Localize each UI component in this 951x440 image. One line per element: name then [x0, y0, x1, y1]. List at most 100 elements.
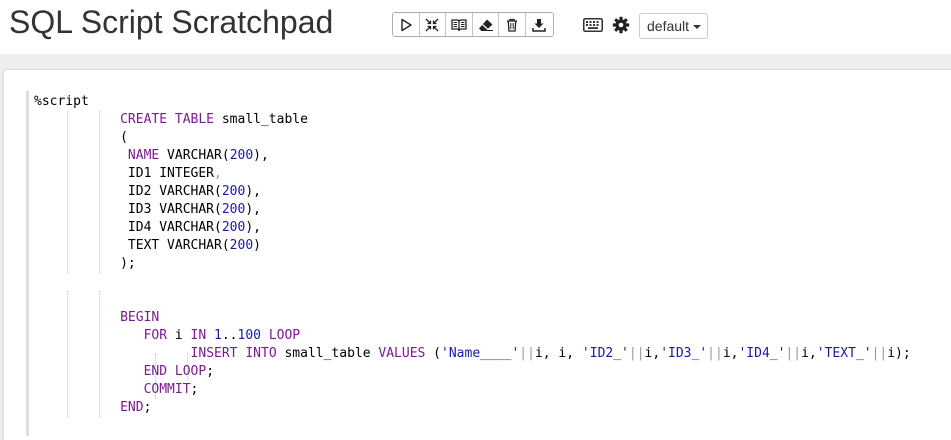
code-line: ID1 INTEGER, [34, 165, 222, 183]
code-token: ) [253, 238, 261, 253]
code-token: i [167, 328, 191, 343]
code-token: ; [143, 400, 152, 415]
code-line: ID3 VARCHAR(200), [34, 201, 261, 219]
eraser-icon [478, 19, 493, 31]
run-button[interactable] [393, 13, 420, 36]
clear-button[interactable] [472, 13, 500, 36]
code-token: i, [722, 346, 739, 361]
interpreter-selected: default [647, 18, 690, 34]
code-token: ); [34, 256, 136, 271]
code-token: IN [190, 328, 207, 343]
code-token: ; [206, 364, 215, 379]
code-token: 1 [214, 328, 222, 343]
code-token: VALUES [378, 346, 426, 361]
interpreter-dropdown[interactable]: default [639, 13, 708, 39]
book-icon [451, 18, 467, 31]
code-line: END LOOP; [34, 363, 214, 381]
page-title: SQL Script Scratchpad [9, 4, 334, 40]
code-token: END [120, 400, 144, 415]
delete-button[interactable] [499, 13, 526, 36]
editor-gutter-bar [26, 91, 29, 436]
code-line: BEGIN [34, 309, 159, 327]
code-token: ID1 INTEGER [34, 166, 215, 181]
code-token: ID3 VARCHAR( [34, 202, 222, 217]
code-token: 100 [237, 328, 261, 343]
code-token: 'ID3_' [660, 346, 708, 361]
code-token: ( [34, 130, 128, 145]
keyboard-icon[interactable] [583, 18, 603, 37]
code-token: VARCHAR( [159, 148, 230, 163]
code-line: ID2 VARCHAR(200), [34, 183, 261, 201]
code-token: TEXT VARCHAR( [34, 238, 230, 253]
code-token: 'Name____' [441, 346, 520, 361]
page-header: SQL Script Scratchpad default [0, 0, 951, 54]
download-icon [532, 18, 547, 32]
code-token: %script [34, 94, 89, 109]
code-token: END LOOP [143, 364, 207, 379]
code-editor[interactable]: %script CREATE TABLE small_table ( NAME … [26, 91, 951, 436]
code-token: ), [245, 184, 261, 199]
trash-icon [507, 18, 518, 32]
code-line: FOR i IN 1..100 LOOP [34, 327, 301, 345]
code-line: CREATE TABLE small_table [34, 111, 308, 129]
code-token: || [871, 346, 888, 361]
code-line: ( [34, 129, 128, 147]
code-token: BEGIN [120, 310, 160, 325]
code-token: small_table [214, 112, 308, 127]
code-line: INSERT INTO small_table VALUES ('Name___… [34, 345, 911, 363]
code-line: NAME VARCHAR(200), [34, 147, 269, 165]
code-token: 200 [229, 148, 254, 163]
code-token: ), [253, 148, 269, 163]
code-token: i, [801, 346, 817, 361]
code-token: || [628, 346, 645, 361]
code-token: i, [644, 346, 661, 361]
code-line: ); [34, 255, 136, 273]
compress-icon [425, 18, 439, 31]
code-token: || [519, 346, 535, 361]
code-token: INSERT INTO [190, 346, 277, 361]
collapse-button[interactable] [419, 13, 447, 36]
code-token: ), [245, 202, 261, 217]
code-token: i, i, [534, 346, 582, 361]
code-token: COMMIT [143, 382, 191, 397]
code-token: || [707, 346, 723, 361]
code-line: END; [34, 399, 151, 417]
code-token: 200 [221, 184, 246, 199]
gear-icon[interactable] [612, 16, 630, 39]
code-line: %script [34, 93, 89, 111]
code-token: ), [245, 220, 261, 235]
code-token: || [785, 346, 802, 361]
code-token: CREATE TABLE [120, 112, 215, 127]
code-token: ID4 VARCHAR( [34, 220, 222, 235]
code-token: 200 [221, 202, 246, 217]
book-button[interactable] [446, 13, 473, 36]
code-token: small_table [276, 346, 379, 361]
paragraph-toolbar [392, 12, 554, 37]
code-token: 'ID4_' [738, 346, 786, 361]
code-token: LOOP [268, 328, 301, 343]
code-token: .. [221, 328, 238, 343]
code-token: 200 [229, 238, 254, 253]
code-token: ; [190, 382, 199, 397]
code-line: TEXT VARCHAR(200) [34, 237, 261, 255]
code-token: 'TEXT_' [816, 346, 872, 361]
code-line: COMMIT; [34, 381, 199, 399]
caret-down-icon [693, 25, 702, 29]
code-token: ( [425, 346, 442, 361]
code-token: 200 [221, 220, 246, 235]
code-token: NAME [127, 148, 160, 163]
code-token: , [214, 166, 222, 181]
download-button[interactable] [525, 13, 553, 36]
code-token: i); [887, 346, 911, 361]
play-icon [401, 18, 412, 31]
code-line: ID4 VARCHAR(200), [34, 219, 261, 237]
